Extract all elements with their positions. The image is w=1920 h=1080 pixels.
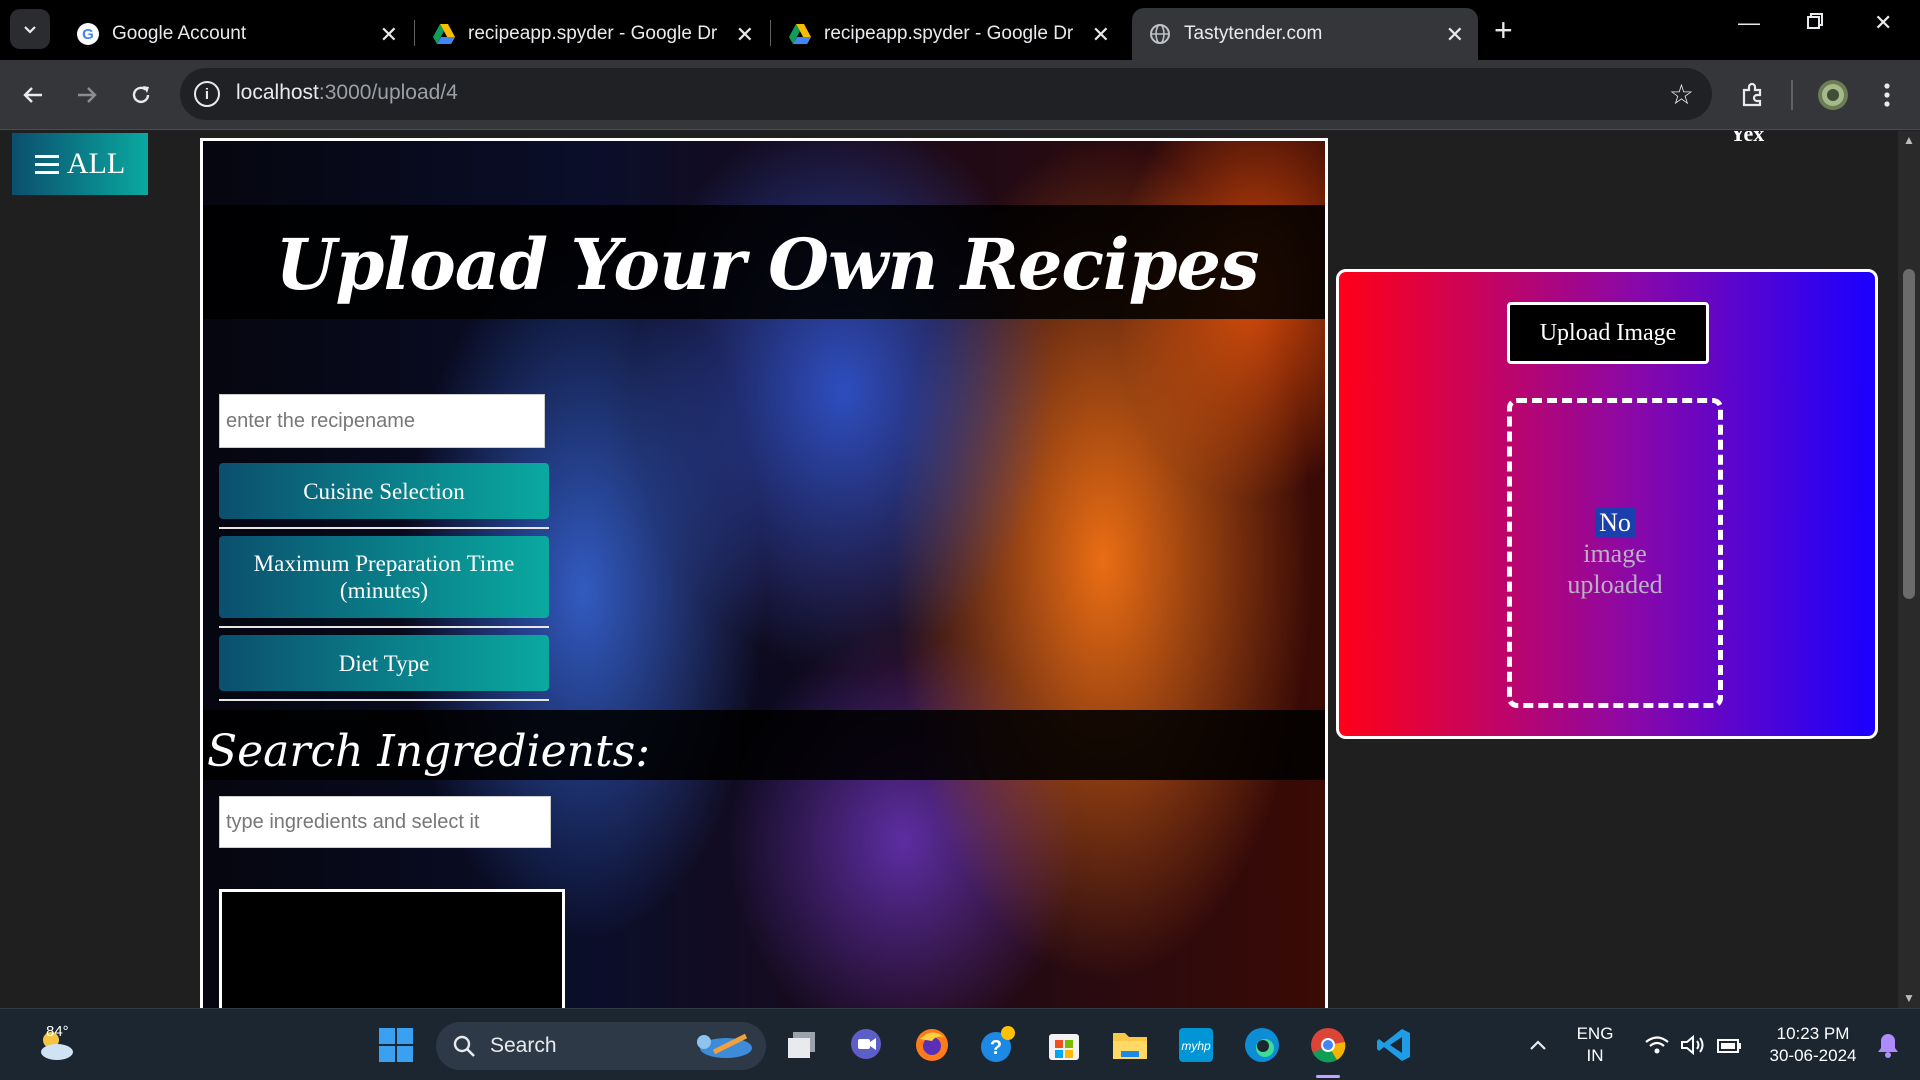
- svg-text:?: ?: [990, 1037, 1002, 1059]
- divider: [219, 626, 549, 628]
- search-label: Search: [490, 1034, 557, 1057]
- weather-temp: 84°: [46, 1023, 69, 1040]
- microsoft-store-icon[interactable]: [1042, 1023, 1086, 1067]
- max-prep-time-button[interactable]: Maximum Preparation Time (minutes): [219, 536, 549, 618]
- bookmark-star-icon[interactable]: ☆: [1669, 78, 1694, 111]
- url-text[interactable]: localhost:3000/upload/4: [236, 81, 458, 105]
- start-windows-icon[interactable]: [374, 1023, 418, 1067]
- tab-divider: [770, 20, 771, 46]
- tab-title: Tastytender.com: [1184, 23, 1323, 44]
- tab-search-button[interactable]: [10, 9, 50, 49]
- kebab-menu-icon[interactable]: [1870, 78, 1904, 112]
- all-menu-button[interactable]: ALL: [12, 133, 148, 195]
- chat-icon[interactable]: [844, 1023, 888, 1067]
- cut-off-text: Yex: [1730, 131, 1765, 146]
- chrome-icon[interactable]: [1306, 1023, 1350, 1067]
- url-path: :3000/upload/4: [318, 81, 458, 104]
- help-icon[interactable]: ?: [976, 1023, 1020, 1067]
- restore-icon[interactable]: [1806, 10, 1824, 36]
- search-highlight-icon: [697, 1033, 752, 1058]
- hamburger-icon: [34, 155, 59, 174]
- notification-bell-icon[interactable]: [1868, 1023, 1908, 1067]
- drive-icon: [788, 22, 812, 46]
- ingredients-search-input[interactable]: type ingredients and select it: [219, 796, 551, 848]
- svg-text:G: G: [82, 26, 94, 43]
- tab-title: Google Account: [112, 23, 247, 44]
- wifi-icon: [1645, 1036, 1669, 1054]
- toolbar-divider: [1791, 80, 1793, 110]
- new-tab-plus-icon[interactable]: +: [1494, 12, 1513, 49]
- chrome-active-indicator: [1316, 1075, 1340, 1078]
- close-icon[interactable]: ✕: [380, 22, 398, 48]
- reload-icon[interactable]: [124, 78, 158, 112]
- edge-icon[interactable]: [1240, 1023, 1284, 1067]
- chevron-up-icon[interactable]: [1518, 1023, 1558, 1067]
- scroll-up-arrow-icon[interactable]: ▲: [1903, 133, 1915, 147]
- globe-icon: [1148, 22, 1172, 46]
- clock[interactable]: 10:23 PM 30-06-2024: [1762, 1023, 1864, 1067]
- file-explorer-icon[interactable]: [1108, 1023, 1152, 1067]
- svg-text:myhp: myhp: [1181, 1039, 1211, 1053]
- diet-type-button[interactable]: Diet Type: [219, 635, 549, 691]
- page-viewport: ALL Yex Upload Your Own Recipes enter th…: [0, 131, 1898, 1008]
- scrollbar-thumb[interactable]: [1903, 269, 1915, 599]
- tab-strip: G Google Account ✕ recipeapp.spyder - Go…: [0, 0, 1920, 60]
- tab-divider: [414, 20, 415, 46]
- upload-image-button[interactable]: Upload Image: [1507, 302, 1709, 364]
- page-scrollbar[interactable]: ▲ ▼: [1898, 131, 1920, 1008]
- divider: [219, 527, 549, 529]
- no-image-text: uploaded: [1567, 569, 1663, 599]
- tab-title: recipeapp.spyder - Google Drive: [468, 23, 718, 44]
- minimize-icon[interactable]: —: [1738, 10, 1760, 36]
- taskbar-search-box[interactable]: Search: [436, 1022, 766, 1070]
- google-icon: G: [76, 22, 100, 46]
- extensions-puzzle-icon[interactable]: [1736, 78, 1770, 112]
- search-ingredients-heading: Search Ingredients:: [207, 726, 651, 777]
- profile-avatar[interactable]: [1816, 78, 1850, 112]
- language-code: ENG: [1576, 1024, 1614, 1043]
- close-icon[interactable]: ✕: [1092, 22, 1110, 48]
- search-icon: [453, 1035, 475, 1057]
- volume-icon: [1681, 1034, 1704, 1056]
- task-view-icon[interactable]: [780, 1023, 824, 1067]
- page-title: Upload Your Own Recipes: [275, 223, 1260, 306]
- back-arrow-icon[interactable]: [16, 78, 50, 112]
- system-tray[interactable]: [1634, 1023, 1754, 1067]
- tab-drive-1[interactable]: recipeapp.spyder - Google Drive ✕: [416, 8, 768, 60]
- language-indicator[interactable]: ENG IN: [1570, 1023, 1620, 1067]
- url-host: localhost: [236, 81, 319, 104]
- drive-icon: [432, 22, 456, 46]
- image-dropzone[interactable]: No image uploaded: [1507, 398, 1723, 708]
- tab-google-account[interactable]: G Google Account ✕: [60, 8, 412, 60]
- close-icon[interactable]: ✕: [736, 22, 754, 48]
- site-info-icon[interactable]: i: [194, 81, 220, 107]
- scroll-down-arrow-icon[interactable]: ▼: [1903, 991, 1915, 1005]
- close-window-icon[interactable]: ✕: [1874, 10, 1892, 36]
- clock-time: 10:23 PM: [1776, 1024, 1850, 1043]
- ingredients-list-box: [219, 889, 565, 1008]
- battery-icon: [1717, 1039, 1741, 1053]
- no-image-text-highlight: No: [1595, 506, 1635, 538]
- region-code: IN: [1586, 1046, 1604, 1065]
- all-label: ALL: [66, 147, 126, 180]
- vscode-icon[interactable]: [1372, 1023, 1416, 1067]
- clock-date: 30-06-2024: [1769, 1046, 1857, 1065]
- no-image-text: image: [1583, 538, 1647, 568]
- address-bar[interactable]: i localhost:3000/upload/4 ☆: [180, 68, 1712, 120]
- divider: [219, 699, 549, 701]
- upload-image-card: Upload Image No image uploaded: [1336, 269, 1878, 739]
- firefox-icon[interactable]: [910, 1023, 954, 1067]
- myhp-icon[interactable]: myhp: [1174, 1023, 1218, 1067]
- tab-title: recipeapp.spyder - Google Drive: [824, 23, 1074, 44]
- cuisine-selection-button[interactable]: Cuisine Selection: [219, 463, 549, 519]
- forward-arrow-icon[interactable]: [70, 78, 104, 112]
- recipe-form-panel: Upload Your Own Recipes enter the recipe…: [200, 138, 1328, 1008]
- browser-toolbar: i localhost:3000/upload/4 ☆: [0, 60, 1920, 130]
- tab-drive-2[interactable]: recipeapp.spyder - Google Drive ✕: [772, 8, 1124, 60]
- tab-tastytender[interactable]: Tastytender.com ✕: [1132, 8, 1478, 60]
- close-icon[interactable]: ✕: [1446, 22, 1464, 48]
- windows-taskbar: 84° Search ? myhp ENG IN 10:23 PM 30-06-…: [0, 1008, 1920, 1080]
- recipe-name-input[interactable]: enter the recipename: [219, 394, 545, 448]
- chevron-down-icon: [24, 26, 36, 34]
